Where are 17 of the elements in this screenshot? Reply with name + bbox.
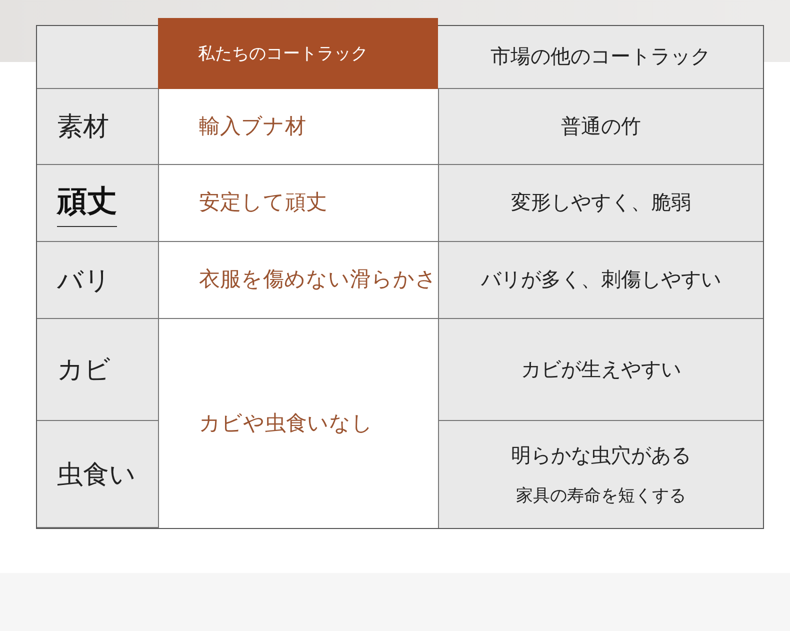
table-cell-text: 家具の寿命を短くする [516,484,686,507]
table-cell-text: カビが生えやすい [521,358,681,382]
table-cell-text: 普通の竹 [561,114,641,140]
table-cell-text: 変形しやすく、脆弱 [511,191,691,216]
table-cell-text: 安定して頑丈 [199,190,327,216]
row-label: 虫食い [57,458,136,490]
table-cell-text: 明らかな虫穴がある [511,444,691,469]
table-cell-text: 衣服を傷めない滑らかさ [199,267,437,294]
table-cell-text: 輸入ブナ材 [199,114,306,140]
column-header: 市場の他のコートラック [438,26,763,89]
column-header: 私たちのコートラック [158,18,438,89]
table-cell-text: カビや虫食いなし [199,410,373,437]
row-label: カビ [57,353,111,386]
table-cell-text: バリが多く、刺傷しやすい [481,268,721,293]
row-label: バリ [57,264,111,296]
row-label: 頑丈 [57,179,117,227]
row-label: 素材 [57,110,109,143]
